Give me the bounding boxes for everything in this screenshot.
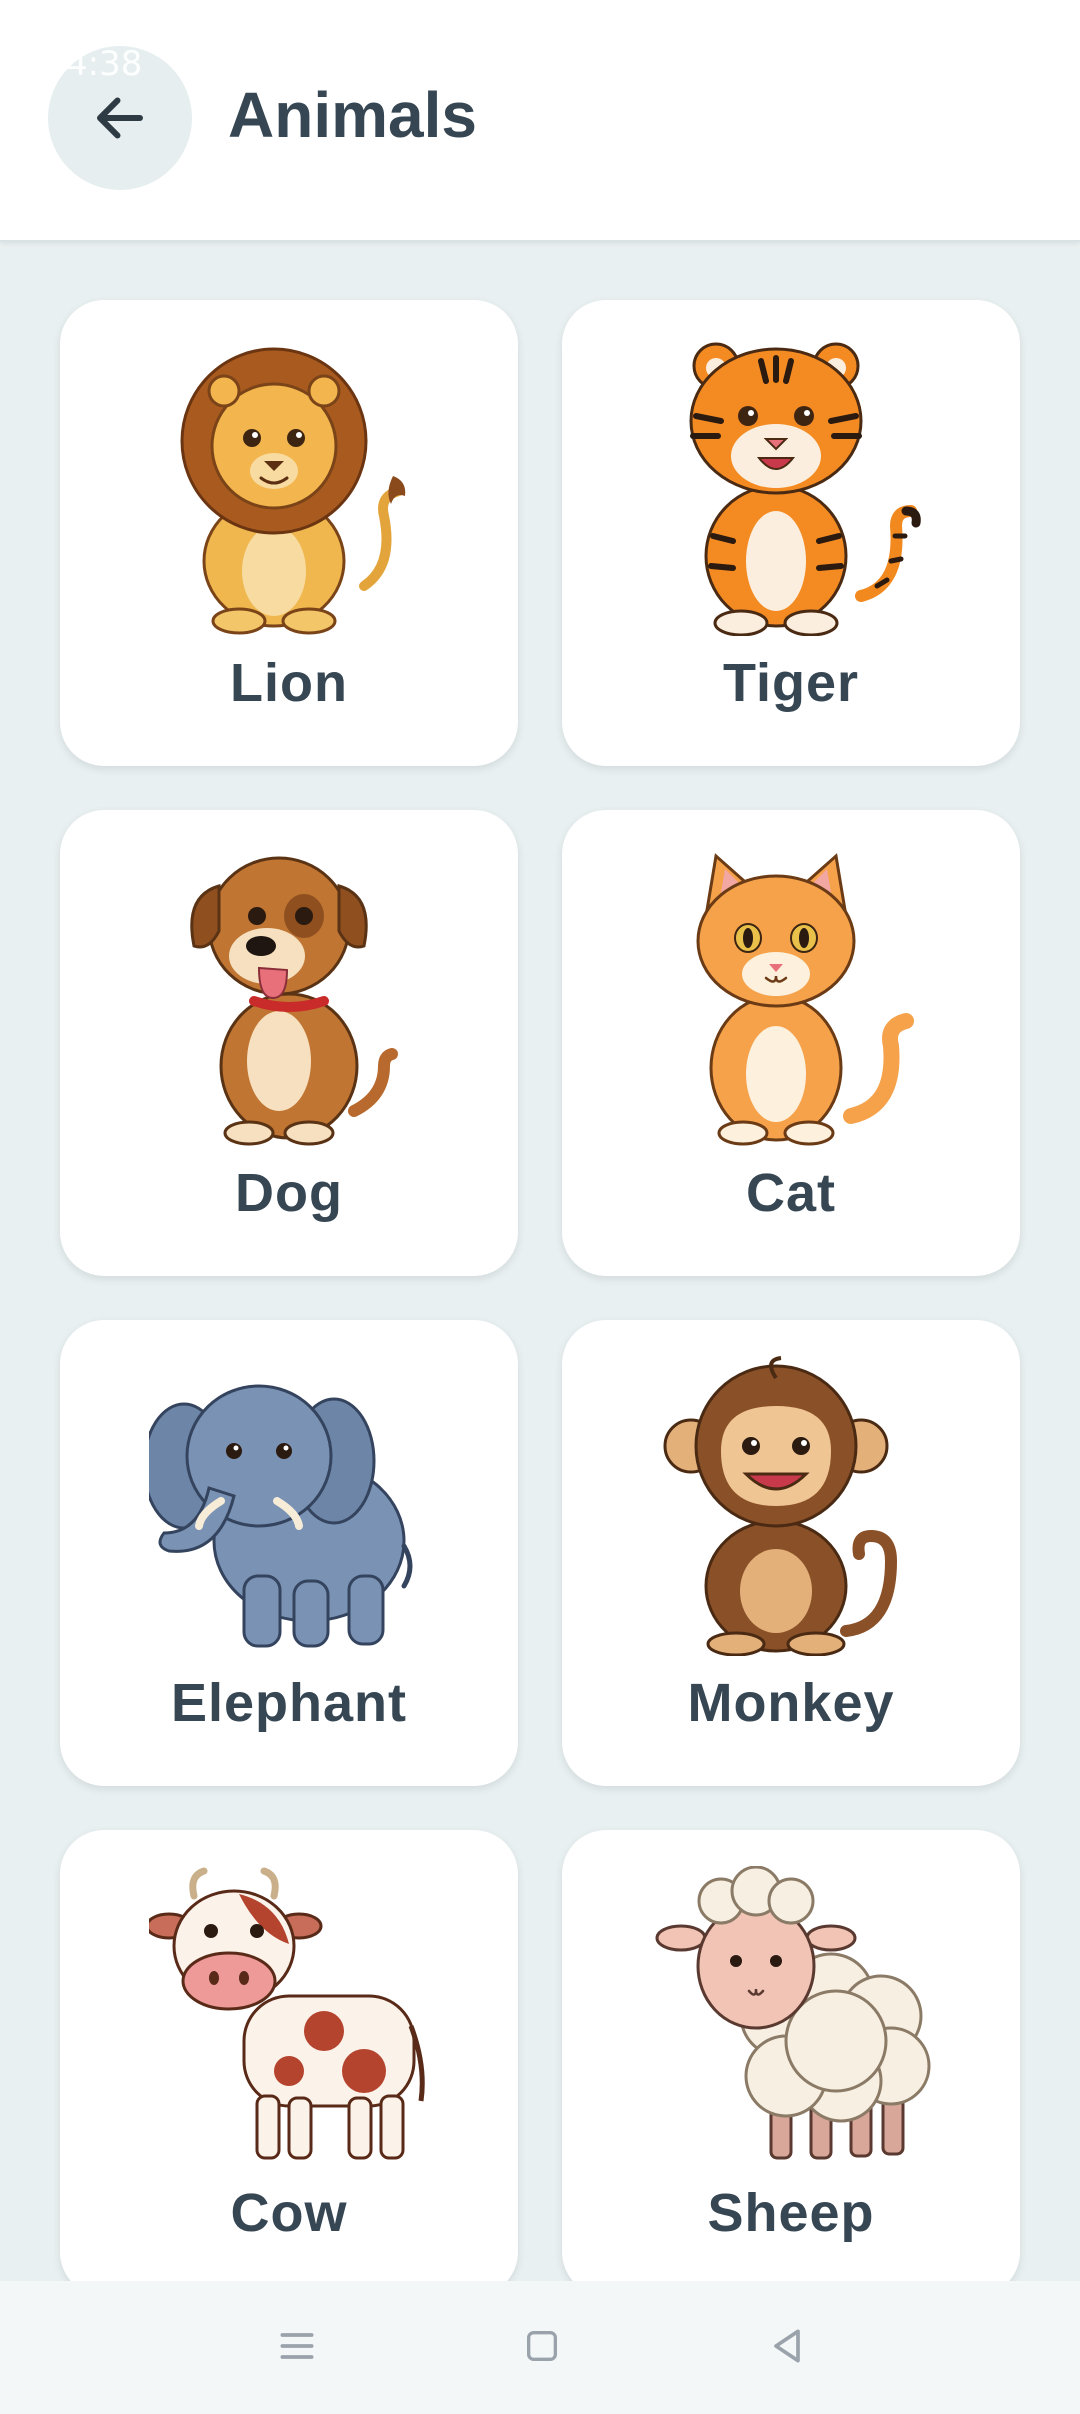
page-title: Animals xyxy=(228,79,477,151)
animal-label: Monkey xyxy=(687,1673,895,1733)
animal-label: Dog xyxy=(235,1163,343,1223)
cow-illustration xyxy=(149,1867,425,2160)
animal-card-cow[interactable]: Cow xyxy=(60,1830,518,2296)
sheep-illustration xyxy=(655,1866,931,2160)
cat-illustration xyxy=(696,853,914,1146)
monkey-illustration xyxy=(663,1356,898,1656)
animal-card-dog[interactable]: Dog xyxy=(60,810,518,1276)
system-nav-bar xyxy=(0,2281,1080,2414)
animal-card-sheep[interactable]: Sheep xyxy=(562,1830,1020,2296)
menu-icon xyxy=(280,2333,314,2359)
app-header: Animals xyxy=(0,0,1080,242)
status-time: 4:38 xyxy=(66,44,143,84)
home-square-icon xyxy=(527,2331,557,2361)
tiger-illustration xyxy=(689,342,921,636)
animal-card-lion[interactable]: Lion xyxy=(60,300,518,766)
back-nav-button[interactable] xyxy=(752,2311,822,2381)
animal-label: Sheep xyxy=(707,2183,875,2243)
animal-label: Elephant xyxy=(170,1673,408,1733)
lion-illustration xyxy=(180,347,406,635)
recent-apps-button[interactable] xyxy=(262,2311,332,2381)
home-button[interactable] xyxy=(507,2311,577,2381)
back-triangle-icon xyxy=(774,2329,800,2363)
animal-card-tiger[interactable]: Tiger xyxy=(562,300,1020,766)
animal-label: Lion xyxy=(230,653,348,713)
animal-card-monkey[interactable]: Monkey xyxy=(562,1320,1020,1786)
animal-card-elephant[interactable]: Elephant xyxy=(60,1320,518,1786)
elephant-illustration xyxy=(149,1384,413,1648)
animal-label: Cow xyxy=(230,2183,348,2243)
animal-label: Tiger xyxy=(722,653,860,713)
dog-illustration xyxy=(190,856,398,1146)
animal-grid: Lion Tiger Dog Cat Elephant Monkey Cow S… xyxy=(60,300,1020,2296)
animal-card-cat[interactable]: Cat xyxy=(562,810,1020,1276)
animal-label: Cat xyxy=(745,1163,836,1223)
arrow-left-icon xyxy=(97,97,143,139)
